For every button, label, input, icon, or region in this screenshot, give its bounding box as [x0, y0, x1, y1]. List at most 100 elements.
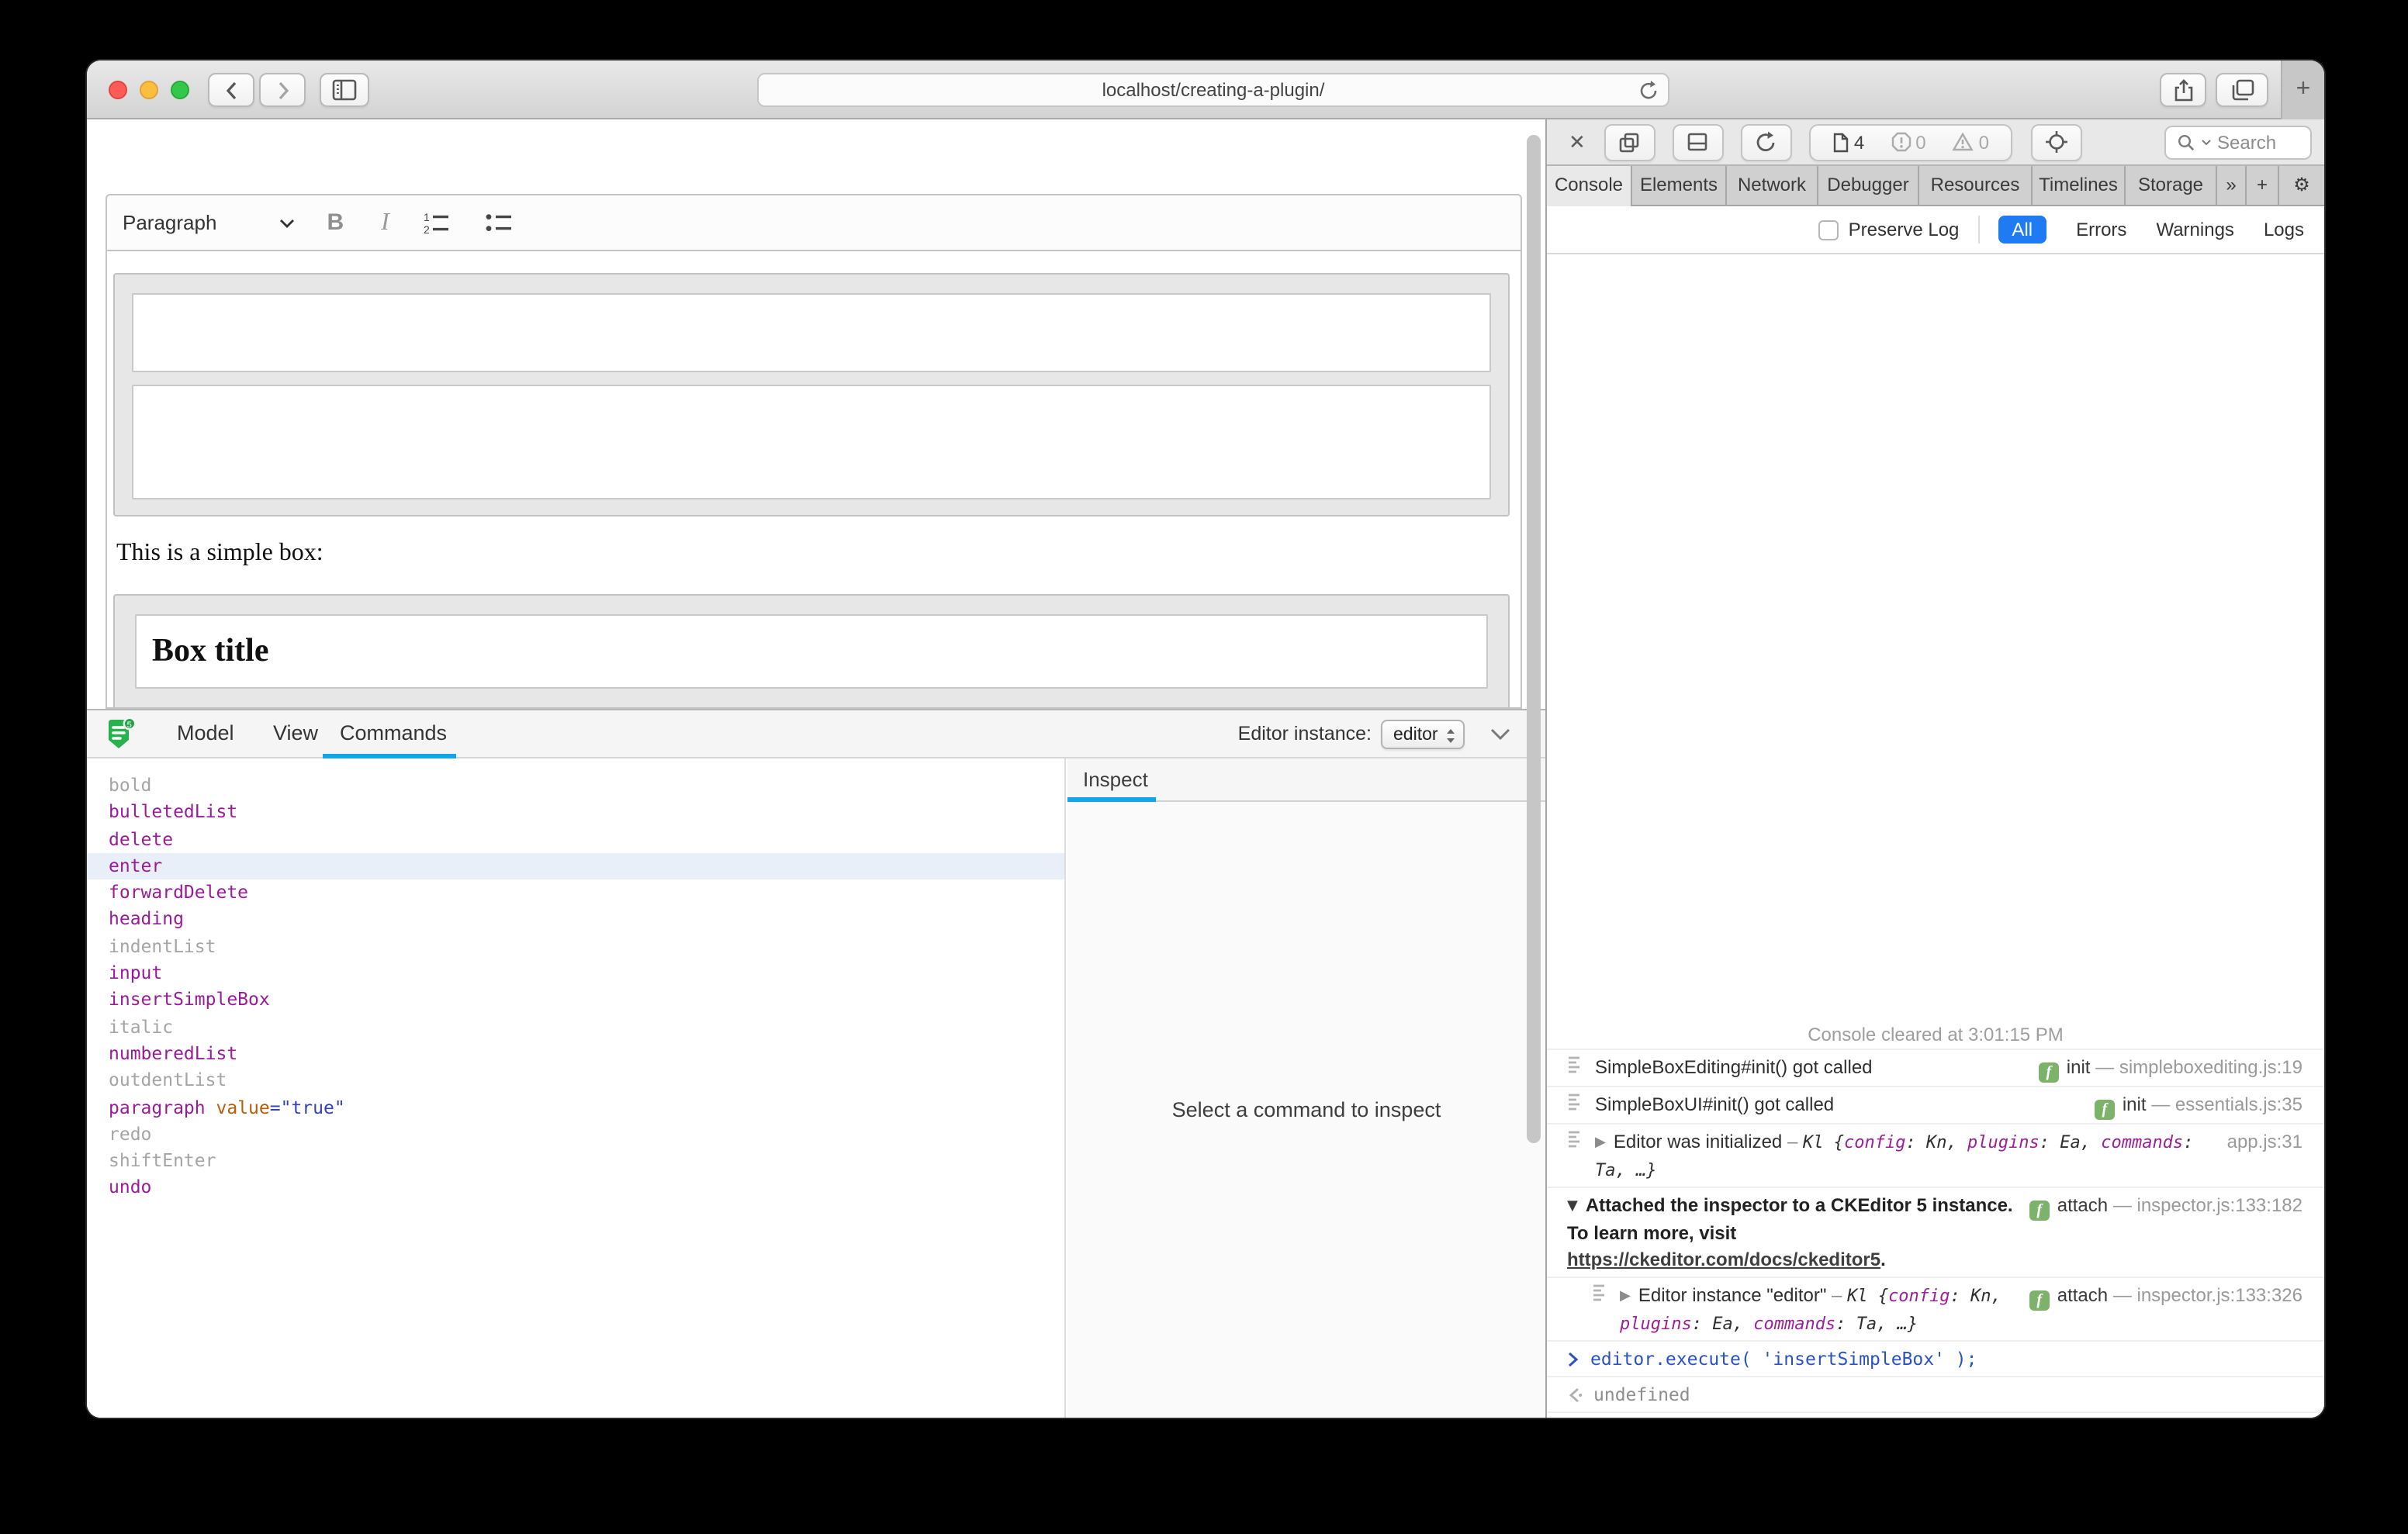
warning-count[interactable]: 0	[1953, 131, 1989, 153]
tab-elements[interactable]: Elements	[1632, 166, 1727, 206]
tab-model[interactable]: Model	[177, 710, 234, 758]
tab-resources[interactable]: Resources	[1919, 166, 2033, 206]
inspector-tab-bar: Console Elements Network Debugger Resour…	[1547, 166, 2324, 206]
command-item-paragraph[interactable]: paragraph value="true"	[87, 1094, 1064, 1121]
tab-debugger[interactable]: Debugger	[1818, 166, 1919, 206]
console-input[interactable]	[1547, 1413, 2324, 1418]
simple-box-description-field[interactable]	[132, 385, 1491, 499]
share-button[interactable]	[2160, 73, 2206, 107]
close-inspector-button[interactable]: ✕	[1569, 130, 1586, 154]
source-link[interactable]: essentials.js:35	[2175, 1093, 2302, 1115]
page-resource-count[interactable]: 4	[1832, 131, 1864, 153]
dock-bottom-button[interactable]	[1673, 123, 1724, 161]
chevron-down-icon	[2202, 139, 2211, 145]
filter-warnings-button[interactable]: Warnings	[2156, 219, 2234, 240]
command-item-delete[interactable]: delete	[87, 826, 1064, 853]
command-item-heading[interactable]: heading	[87, 907, 1064, 934]
ckeditor-docs-link[interactable]: https://ckeditor.com/docs/ckeditor5	[1567, 1249, 1880, 1270]
tabs-icon	[2230, 79, 2254, 101]
command-item-input[interactable]: input	[87, 960, 1064, 987]
box-title-text[interactable]: Box title	[152, 631, 268, 670]
collapse-triangle-icon[interactable]: ▼	[1567, 1199, 1578, 1214]
search-input[interactable]: Search	[2164, 125, 2312, 159]
svg-text:2: 2	[424, 223, 430, 234]
chevron-down-icon[interactable]	[279, 218, 294, 227]
error-count[interactable]: 0	[1891, 131, 1925, 153]
command-item-bold[interactable]: bold	[87, 772, 1064, 800]
minimize-window-button[interactable]	[140, 81, 158, 99]
reload-page-button[interactable]	[1741, 123, 1792, 161]
more-tabs-button[interactable]: »	[2217, 166, 2247, 206]
bold-button[interactable]: B	[327, 209, 344, 236]
filter-logs-button[interactable]: Logs	[2264, 219, 2304, 240]
close-window-button[interactable]	[109, 81, 127, 99]
command-item-bulletedList[interactable]: bulletedList	[87, 800, 1064, 827]
command-item-insertSimpleBox[interactable]: insertSimpleBox	[87, 987, 1064, 1014]
simple-box-title-field[interactable]: Box title	[135, 614, 1488, 689]
editor-instance-value: editor	[1393, 725, 1438, 744]
window-content: Paragraph B I 12 This is a simple box: B…	[87, 119, 2324, 1418]
numbered-list-button[interactable]: 12	[424, 211, 452, 234]
dock-bottom-icon	[1687, 132, 1709, 152]
paragraph-text[interactable]: This is a simple box:	[116, 540, 323, 568]
filter-all-button[interactable]: All	[1998, 216, 2046, 244]
console-message: SimpleBoxUI#init() got called finit — es…	[1547, 1087, 2324, 1125]
simple-box-title-field[interactable]	[132, 293, 1491, 372]
editor-instance-select[interactable]: editor	[1381, 720, 1465, 749]
chevron-right-icon	[275, 80, 289, 100]
simple-box-widget[interactable]	[113, 273, 1510, 517]
sidebar-toggle-button[interactable]	[320, 73, 369, 107]
command-item-enter[interactable]: enter	[87, 853, 1064, 880]
select-arrows-icon	[1444, 726, 1457, 746]
tab-storage[interactable]: Storage	[2126, 166, 2217, 206]
command-item-undo[interactable]: undo	[87, 1175, 1064, 1202]
tab-timelines[interactable]: Timelines	[2033, 166, 2126, 206]
expand-triangle-icon[interactable]: ▶	[1620, 1289, 1631, 1304]
heading-dropdown[interactable]: Paragraph	[123, 211, 216, 234]
collapse-inspector-icon[interactable]	[1489, 727, 1511, 741]
tab-network[interactable]: Network	[1727, 166, 1818, 206]
ckeditor-inspector-body: bold bulletedList delete enter forwardDe…	[87, 758, 1545, 1418]
command-item-redo[interactable]: redo	[87, 1121, 1064, 1149]
source-link[interactable]: app.js:31	[2227, 1131, 2302, 1152]
preserve-log-checkbox[interactable]	[1819, 219, 1839, 240]
command-item-italic[interactable]: italic	[87, 1014, 1064, 1041]
new-tab-button[interactable]: +	[2281, 60, 2324, 119]
forward-button[interactable]	[259, 73, 306, 107]
tab-console[interactable]: Console	[1547, 166, 1632, 206]
detach-inspector-button[interactable]	[1604, 123, 1656, 161]
command-item-indentList[interactable]: indentList	[87, 934, 1064, 961]
element-picker-button[interactable]	[2031, 123, 2082, 161]
back-button[interactable]	[208, 73, 254, 107]
reload-icon[interactable]	[1638, 79, 1659, 102]
command-item-numberedList[interactable]: numberedList	[87, 1041, 1064, 1068]
add-tab-button[interactable]: +	[2247, 166, 2279, 206]
simple-box-widget[interactable]: Box title	[113, 594, 1510, 709]
tab-commands[interactable]: Commands	[340, 710, 447, 758]
source-link[interactable]: inspector.js:133:182	[2137, 1194, 2303, 1216]
web-inspector: ✕ 4 0 0	[1547, 119, 2324, 1418]
command-item-outdentList[interactable]: outdentList	[87, 1068, 1064, 1095]
divider	[1977, 216, 1979, 244]
editor-content[interactable]: This is a simple box: Box title	[106, 251, 1522, 709]
source-link[interactable]: simpleboxediting.js:19	[2119, 1056, 2302, 1078]
source-link[interactable]: inspector.js:133:326	[2137, 1284, 2303, 1306]
log-icon	[1567, 1092, 1583, 1111]
svg-text:1: 1	[424, 211, 430, 223]
error-icon	[1891, 132, 1911, 152]
tab-inspect[interactable]: Inspect	[1083, 758, 1148, 800]
command-item-forwardDelete[interactable]: forwardDelete	[87, 879, 1064, 907]
zoom-window-button[interactable]	[171, 81, 189, 99]
command-item-shiftEnter[interactable]: shiftEnter	[87, 1148, 1064, 1175]
settings-button[interactable]: ⚙	[2279, 166, 2324, 206]
filter-errors-button[interactable]: Errors	[2076, 219, 2126, 240]
plus-icon: +	[2296, 76, 2311, 104]
function-badge-icon: f	[2039, 1062, 2059, 1083]
url-field[interactable]: localhost/creating-a-plugin/	[757, 73, 1669, 107]
bulleted-list-button[interactable]	[486, 212, 514, 233]
tab-view[interactable]: View	[273, 710, 318, 758]
expand-triangle-icon[interactable]: ▶	[1595, 1135, 1606, 1151]
page-scrollbar[interactable]	[1527, 135, 1541, 1143]
tab-overview-button[interactable]	[2216, 73, 2268, 107]
italic-button[interactable]: I	[381, 209, 389, 237]
